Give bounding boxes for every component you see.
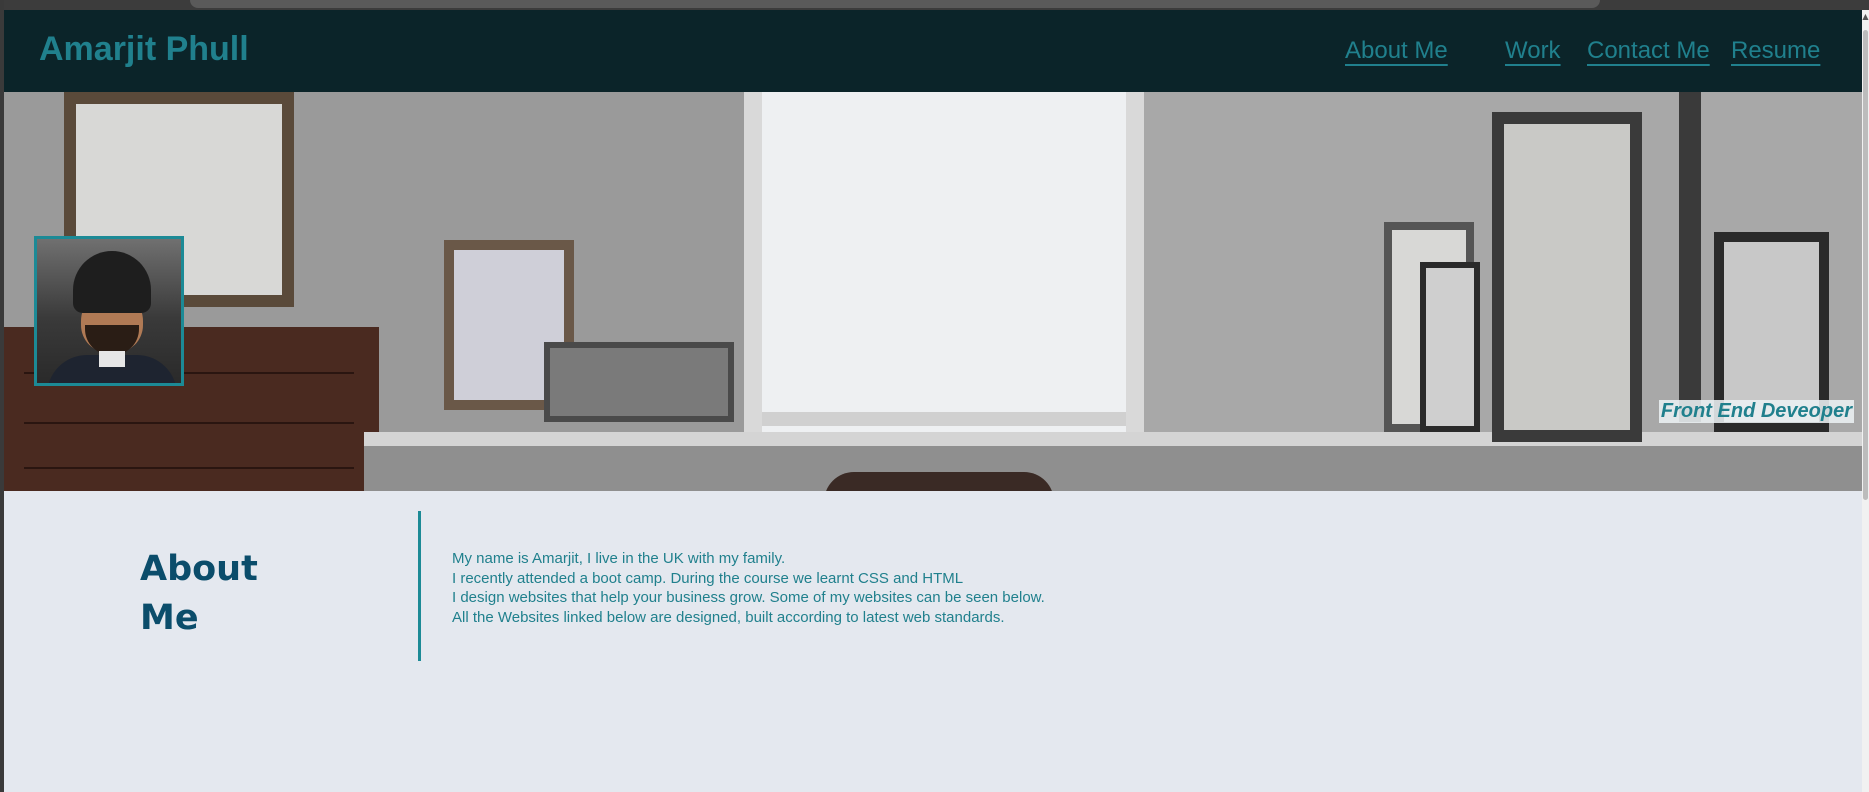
hero-basket xyxy=(544,342,734,422)
hero-window xyxy=(744,92,1144,432)
profile-avatar xyxy=(34,236,184,386)
hero-chair xyxy=(824,472,1054,491)
hero-picture-frame xyxy=(1420,262,1480,432)
about-paragraph: My name is Amarjit, I live in the UK wit… xyxy=(452,550,786,567)
about-text: My name is Amarjit, I live in the UK wit… xyxy=(452,549,1352,627)
page: Amarjit Phull About Me Work Contact Me R… xyxy=(4,10,1862,792)
browser-tab-edge xyxy=(190,0,1600,8)
hero-stand xyxy=(1679,92,1701,422)
nav-link-contact-me[interactable]: Contact Me xyxy=(1587,37,1710,65)
about-paragraph: I design websites that help your busines… xyxy=(452,589,1045,606)
nav-link-about-me[interactable]: About Me xyxy=(1345,37,1448,65)
nav-link-resume[interactable]: Resume xyxy=(1731,37,1820,65)
site-header: Amarjit Phull About Me Work Contact Me R… xyxy=(4,10,1862,92)
site-brand[interactable]: Amarjit Phull xyxy=(39,30,249,69)
about-heading-line1: About xyxy=(140,549,258,589)
about-heading-line2: Me xyxy=(140,598,199,638)
about-heading: About Me xyxy=(140,545,340,643)
hero-banner: Front End Deveoper xyxy=(4,92,1862,491)
hero-tagline: Front End Deveoper xyxy=(1658,400,1854,423)
hero-lower-wall xyxy=(364,446,1862,491)
about-paragraph: All the Websites linked below are design… xyxy=(452,608,1005,626)
scrollbar-thumb[interactable] xyxy=(1863,30,1868,500)
scroll-up-icon[interactable]: ▲ xyxy=(1862,12,1869,22)
about-paragraph: I recently attended a boot camp. During … xyxy=(452,569,964,587)
page-scrollbar[interactable]: ▲ xyxy=(1862,10,1869,792)
browser-top-strip xyxy=(0,0,1869,10)
about-divider xyxy=(418,511,421,661)
hero-picture-frame xyxy=(1492,112,1642,442)
nav-link-work[interactable]: Work xyxy=(1505,37,1561,65)
